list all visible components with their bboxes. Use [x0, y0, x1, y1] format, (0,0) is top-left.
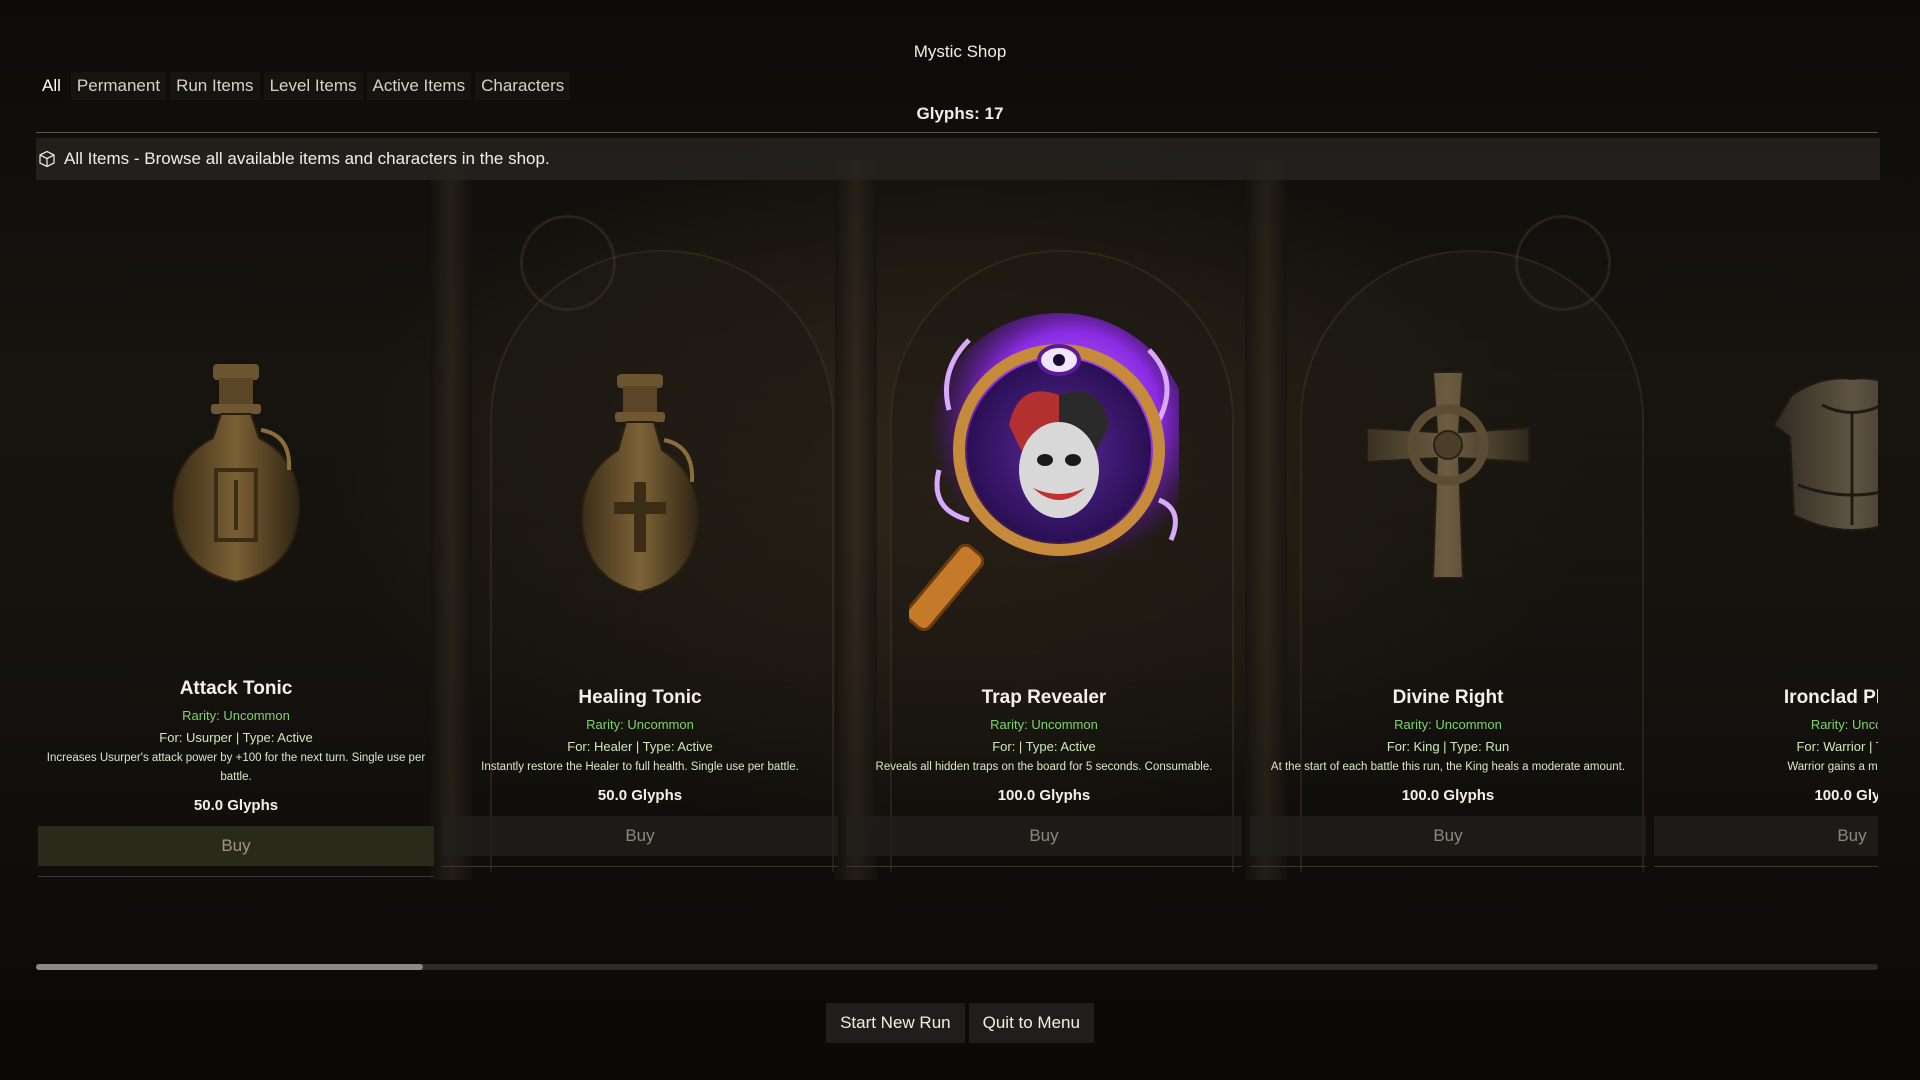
buy-button[interactable]: Buy	[846, 816, 1242, 856]
item-art	[1652, 365, 1878, 555]
item-art	[844, 300, 1244, 640]
item-card-healing-tonic: Healing Tonic Rarity: Uncommon For: Heal…	[440, 190, 840, 870]
card-divider	[1654, 866, 1878, 867]
item-description: At the start of each battle this run, th…	[1270, 761, 1626, 773]
healing-tonic-flask-icon	[580, 374, 700, 594]
item-art	[440, 370, 840, 600]
cube-icon	[39, 150, 55, 168]
item-price: 100.0 Glyphs	[997, 787, 1091, 804]
attack-tonic-flask-icon	[171, 364, 301, 584]
item-price: 100.0 Glyp	[1814, 787, 1878, 804]
scrollbar-thumb[interactable]	[36, 964, 423, 970]
glyph-balance: Glyphs: 17	[916, 104, 1004, 123]
item-price: 50.0 Glyphs	[193, 797, 279, 814]
jester-magnifying-glass-icon	[909, 313, 1179, 631]
tab-level-items[interactable]: Level Items	[264, 72, 363, 100]
carousel-scrollbar[interactable]	[36, 964, 1878, 970]
item-rarity: Rarity: Uncommon	[586, 717, 694, 732]
buy-button[interactable]: Buy	[1250, 816, 1646, 856]
header-divider	[36, 132, 1878, 133]
start-new-run-button[interactable]: Start New Run	[826, 1003, 965, 1043]
item-carousel[interactable]: Attack Tonic Rarity: Uncommon For: Usurp…	[36, 190, 1878, 880]
item-for-type: For: | Type: Active	[992, 739, 1096, 754]
shop-title: Mystic Shop	[913, 42, 1007, 61]
category-description-text: All Items - Browse all available items a…	[64, 149, 550, 168]
celtic-cross-icon	[1366, 371, 1530, 579]
armor-plate-icon	[1772, 377, 1878, 531]
buy-button[interactable]: Buy	[442, 816, 838, 856]
tab-active-items[interactable]: Active Items	[367, 72, 472, 100]
item-name: Ironclad Plate (	[1783, 687, 1878, 708]
item-rarity: Rarity: Uncommon	[990, 717, 1098, 732]
item-rarity: Rarity: Uncommon	[1394, 717, 1502, 732]
item-for-type: For: Usurper | Type: Active	[159, 730, 313, 745]
item-for-type: For: Warrior | Type:	[1796, 739, 1878, 754]
category-description-bar: All Items - Browse all available items a…	[36, 138, 1880, 180]
item-description: Warrior gains a moderate	[1787, 761, 1878, 773]
card-divider	[1250, 866, 1646, 867]
item-card-attack-tonic: Attack Tonic Rarity: Uncommon For: Usurp…	[36, 190, 436, 877]
tab-permanent[interactable]: Permanent	[71, 72, 166, 100]
item-art	[1248, 370, 1648, 580]
item-description: Reveals all hidden traps on the board fo…	[875, 761, 1213, 773]
item-card-divine-right: Divine Right Rarity: Uncommon For: King …	[1248, 190, 1648, 870]
item-card-trap-revealer: Trap Revealer Rarity: Uncommon For: | Ty…	[844, 190, 1244, 870]
item-rarity: Rarity: Uncom	[1810, 717, 1878, 732]
item-description: Increases Usurper's attack power by +100…	[46, 752, 426, 783]
item-rarity: Rarity: Uncommon	[182, 708, 290, 723]
quit-to-menu-button[interactable]: Quit to Menu	[968, 1003, 1094, 1043]
card-divider	[846, 866, 1242, 867]
buy-button[interactable]: Buy	[1654, 816, 1878, 856]
tab-all[interactable]: All	[36, 72, 67, 100]
card-divider	[38, 876, 434, 877]
buy-button[interactable]: Buy	[38, 826, 434, 866]
item-price: 100.0 Glyphs	[1401, 787, 1495, 804]
item-art	[36, 360, 436, 590]
item-description: Instantly restore the Healer to full hea…	[481, 761, 799, 773]
item-for-type: For: King | Type: Run	[1386, 739, 1510, 754]
item-name: Trap Revealer	[981, 687, 1107, 708]
item-for-type: For: Healer | Type: Active	[567, 739, 713, 754]
footer-actions: Start New Run Quit to Menu	[0, 1003, 1920, 1043]
tab-run-items[interactable]: Run Items	[170, 72, 259, 100]
tab-characters[interactable]: Characters	[475, 72, 570, 100]
item-price: 50.0 Glyphs	[597, 787, 683, 804]
category-tabs: All Permanent Run Items Level Items Acti…	[36, 72, 570, 100]
card-divider	[442, 866, 838, 867]
item-name: Divine Right	[1392, 687, 1504, 708]
item-name: Healing Tonic	[578, 687, 702, 708]
item-card-ironclad-plate: Ironclad Plate ( Rarity: Uncom For: Warr…	[1652, 190, 1878, 870]
item-name: Attack Tonic	[179, 678, 293, 699]
